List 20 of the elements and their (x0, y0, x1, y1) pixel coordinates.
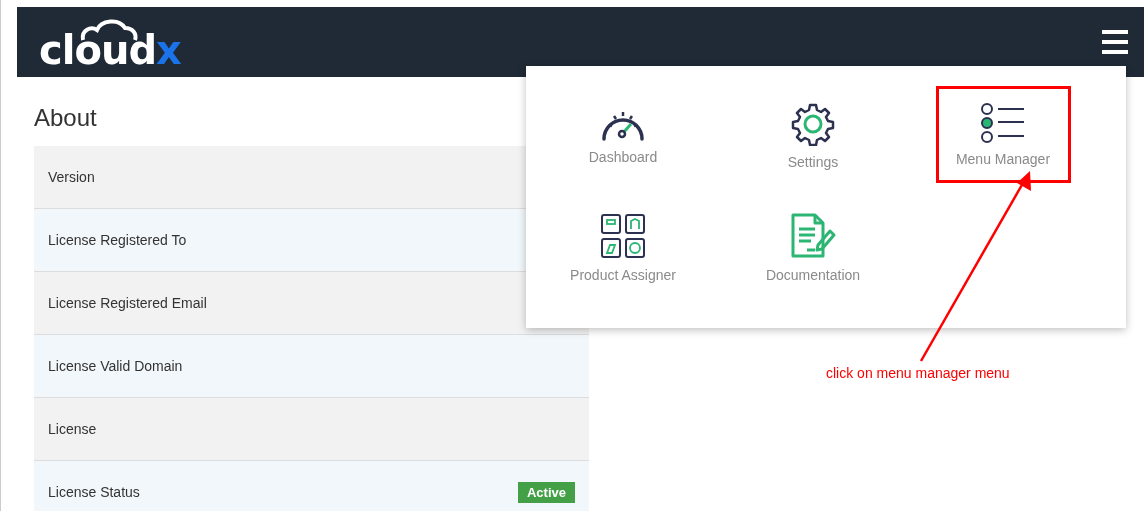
menu-item[interactable]: Dashboard (529, 86, 717, 186)
menu-icon[interactable] (1102, 30, 1128, 54)
row-label: License Valid Domain (48, 358, 183, 374)
menu-item[interactable]: Settings (719, 86, 907, 186)
row-label: License Status (48, 484, 140, 500)
app-grid-icon (600, 213, 646, 259)
row-label: Version (48, 169, 95, 185)
menu-item[interactable]: Documentation (719, 198, 907, 298)
document-pen-icon (790, 213, 836, 259)
gear-icon (791, 102, 835, 146)
logo: cloudx (39, 14, 181, 70)
menu-item[interactable]: Product Assigner (529, 198, 717, 298)
annotation-text: click on menu manager menu (826, 365, 1010, 381)
row-label: License (48, 421, 97, 437)
list-icon (980, 102, 1026, 143)
status-badge: Active (517, 481, 575, 503)
row-label: License Registered To (48, 232, 187, 248)
row-label: License Registered Email (48, 295, 207, 311)
menu-item[interactable]: Menu Manager (935, 86, 1071, 183)
page-title: About (34, 105, 97, 131)
